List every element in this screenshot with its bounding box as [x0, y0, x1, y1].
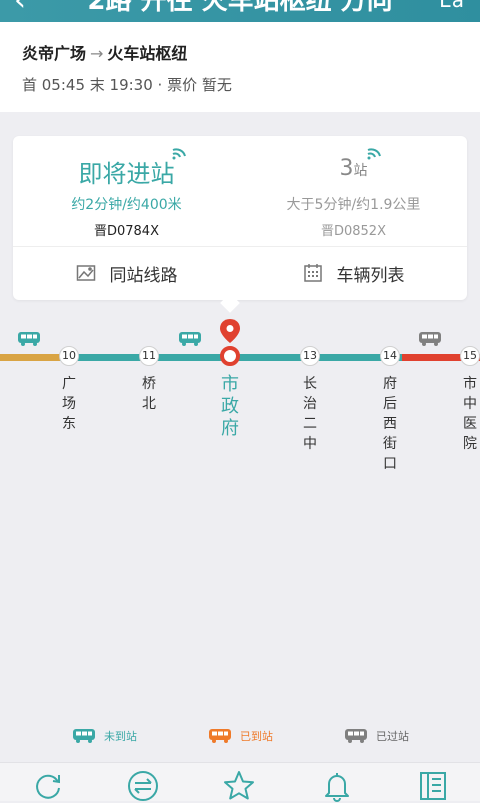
legend-not-arrived-label: 未到站 [104, 730, 137, 743]
bus-2-stops: 3站 [240, 156, 467, 181]
bus-1-plate: 晋D0784X [93, 224, 159, 239]
bus-1-info[interactable]: 即将进站 约2分钟/约400米 晋D0784X [13, 136, 240, 246]
header-right-label[interactable]: Ea [439, 0, 464, 12]
stop-15-name[interactable]: 市中医院 [460, 374, 480, 454]
bus-icon-teal [73, 729, 95, 743]
page-title: 2路 开往 火车站枢纽 方向 [87, 0, 393, 16]
top-bar: ‹ 2路 开往 火车站枢纽 方向 Ea [0, 0, 480, 22]
stop-10-name[interactable]: 广场东 [59, 374, 79, 434]
bus-icon-grey [345, 729, 367, 743]
route-end: 火车站枢纽 [107, 44, 188, 63]
stop-13-marker[interactable]: 13 [300, 346, 320, 366]
stop-12-marker[interactable] [220, 346, 240, 366]
realtime-signal-icon [172, 148, 186, 160]
vehicle-list-button[interactable]: 车辆列表 [240, 246, 467, 300]
stop-11-name[interactable]: 桥北 [139, 374, 159, 414]
refresh-icon[interactable] [31, 769, 65, 803]
route-meta: 首 05:45 末 19:30 · 票价 暂无 [22, 76, 232, 94]
bus-icon-grey[interactable] [418, 331, 442, 347]
bus-icon-orange [209, 729, 231, 743]
route-line-passed [0, 354, 60, 361]
same-station-lines-label: 同站线路 [109, 265, 178, 286]
stop-10-marker[interactable]: 10 [59, 346, 79, 366]
reminder-bell-icon[interactable] [320, 769, 354, 803]
bottom-toolbar [0, 762, 480, 803]
stop-14-name[interactable]: 府后西街口 [380, 374, 400, 474]
stop-12-name-current[interactable]: 市政府 [218, 374, 242, 440]
bus-2-eta: 大于5分钟/约1.9公里 [286, 197, 421, 213]
legend-arrived-label: 已到站 [240, 730, 273, 743]
favorite-star-icon[interactable] [222, 769, 256, 803]
map-icon [76, 265, 95, 281]
bus-2-stops-num: 3 [339, 156, 354, 181]
switch-direction-icon[interactable] [126, 769, 160, 803]
legend-passed-label: 已过站 [376, 730, 409, 743]
stop-11-marker[interactable]: 11 [139, 346, 159, 366]
location-pin-icon [220, 319, 240, 343]
stop-13-name[interactable]: 长治二中 [300, 374, 320, 454]
bus-2-info[interactable]: 3站 大于5分钟/约1.9公里 晋D0852X [240, 136, 467, 246]
legend-passed: 已过站 [344, 726, 409, 746]
route-endpoints: 炎帝广场 → 火车站枢纽 [22, 40, 187, 64]
route-start: 炎帝广场 [22, 44, 87, 63]
bus-2-stops-unit: 站 [353, 163, 368, 179]
bus-icon-teal[interactable] [17, 331, 41, 347]
legend-not-arrived: 未到站 [72, 726, 137, 746]
same-station-lines-button[interactable]: 同站线路 [13, 246, 240, 300]
legend-arrived: 已到站 [208, 726, 273, 746]
bus-1-eta: 约2分钟/约400米 [71, 197, 182, 213]
stop-14-marker[interactable]: 14 [380, 346, 400, 366]
realtime-signal-icon [367, 148, 381, 160]
timetable-icon[interactable] [416, 769, 450, 803]
bus-icon-teal[interactable] [178, 331, 202, 347]
route-info-panel: 炎帝广场 → 火车站枢纽 首 05:45 末 19:30 · 票价 暂无 [0, 22, 480, 112]
arrival-card: 即将进站 约2分钟/约400米 晋D0784X 3站 大于5分钟/约1.9公里 … [13, 136, 467, 313]
calendar-list-icon [303, 264, 322, 282]
stop-15-marker[interactable]: 15 [460, 346, 480, 366]
route-arrow: → [90, 44, 104, 63]
bus-2-plate: 晋D0852X [320, 224, 386, 239]
bus-1-status: 即将进站 [78, 160, 175, 188]
vehicle-list-label: 车辆列表 [336, 265, 405, 286]
